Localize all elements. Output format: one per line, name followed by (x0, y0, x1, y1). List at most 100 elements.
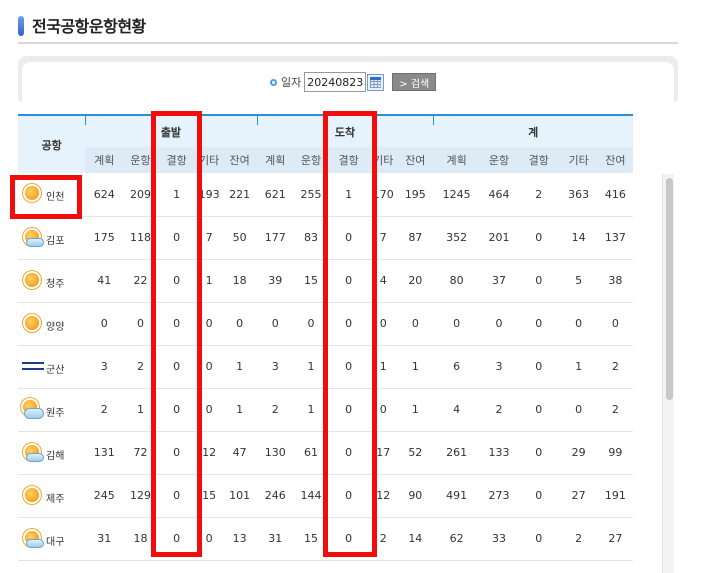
airport-name: 인천 (46, 192, 65, 204)
arr-cell-결항: 0 (328, 259, 370, 303)
airport-cell: 청주 (18, 259, 86, 303)
dep-cell-계획: 2 (85, 388, 124, 432)
date-input[interactable] (304, 72, 367, 92)
arr-cell-계획: 39 (256, 259, 294, 303)
arr-cell-기타: 17 (369, 431, 398, 475)
search-panel: 일자 > 검색 (18, 56, 678, 104)
tot-cell-잔여: 416 (597, 173, 633, 217)
arr-cell-계획: 3 (256, 345, 294, 389)
dep-cell-잔여: 50 (222, 216, 257, 260)
scrollbar-thumb[interactable] (666, 178, 673, 400)
calendar-icon[interactable] (367, 73, 385, 91)
arr-cell-기타: 7 (369, 216, 398, 260)
airport-cell: 양양 (18, 302, 86, 346)
tot-cell-운항: 133 (479, 431, 519, 475)
dep-cell-잔여: 13 (222, 517, 257, 561)
arr-cell-결항: 0 (328, 302, 370, 346)
title-marker (18, 16, 24, 36)
dep-cell-운항: 118 (123, 216, 158, 260)
arrival-header: 도착 (256, 114, 434, 147)
table-row: 제주 245 129 0 15 101 246 144 0 12 90 491 273 0 27 191 (18, 474, 633, 518)
tot-subheader-3: 기타 (559, 147, 598, 173)
tot-cell-기타: 14 (559, 216, 598, 260)
dep-cell-계획: 131 (85, 431, 124, 475)
arr-cell-계획: 0 (256, 302, 294, 346)
tot-cell-운항: 0 (479, 302, 519, 346)
dep-cell-운항: 209 (123, 173, 158, 217)
airport-header: 공항 (18, 114, 86, 173)
tot-cell-운항: 2 (479, 388, 519, 432)
airport-cell: 인천 (18, 173, 86, 217)
tot-cell-운항: 33 (479, 517, 519, 561)
tot-cell-계획: 4 (433, 388, 480, 432)
cloud-icon (22, 399, 44, 421)
tot-cell-잔여: 99 (597, 431, 633, 475)
tot-cell-계획: 261 (433, 431, 480, 475)
table-scrollbar[interactable] (662, 174, 674, 573)
tot-cell-결항: 0 (518, 517, 560, 561)
dep-cell-계획: 245 (85, 474, 124, 518)
sun-icon (22, 183, 44, 205)
search-panel-inner: 일자 > 검색 (22, 62, 674, 104)
tot-cell-결항: 0 (518, 259, 560, 303)
search-button[interactable]: > 검색 (392, 73, 437, 91)
arr-cell-운항: 1 (293, 388, 328, 432)
airport-name: 대구 (46, 536, 65, 548)
tot-cell-결항: 2 (518, 173, 560, 217)
dep-cell-잔여: 0 (222, 302, 257, 346)
tot-subheader-4: 잔여 (597, 147, 633, 173)
tot-cell-운항: 201 (479, 216, 519, 260)
airport-cell: 김포 (18, 216, 86, 260)
dep-cell-결항: 0 (157, 431, 196, 475)
dep-cell-계획: 175 (85, 216, 124, 260)
tot-cell-계획: 0 (433, 302, 480, 346)
dep-cell-기타: 0 (195, 388, 223, 432)
dep-cell-계획: 41 (85, 259, 124, 303)
dep-cell-잔여: 1 (222, 388, 257, 432)
tot-cell-계획: 1245 (433, 173, 480, 217)
tot-cell-계획: 62 (433, 517, 480, 561)
dep-cell-계획: 3 (85, 345, 124, 389)
dep-cell-결항: 0 (157, 216, 196, 260)
tot-cell-결항: 0 (518, 431, 560, 475)
arr-cell-결항: 0 (328, 345, 370, 389)
dep-subheader-1: 운항 (123, 147, 158, 173)
tot-cell-잔여: 2 (597, 388, 633, 432)
tot-cell-기타: 1 (559, 345, 598, 389)
airport-cell-content: 군산 (22, 356, 85, 378)
airport-cell: 대구 (18, 517, 86, 561)
airport-cell-content: 대구 (22, 528, 85, 550)
partly-cloudy-icon (22, 227, 44, 249)
dep-subheader-3: 기타 (195, 147, 223, 173)
arr-cell-결항: 1 (328, 173, 370, 217)
arr-cell-잔여: 52 (397, 431, 434, 475)
arr-cell-잔여: 1 (397, 345, 434, 389)
dep-cell-잔여: 221 (222, 173, 257, 217)
airport-name: 김해 (46, 450, 65, 462)
table-row: 청주 41 22 0 1 18 39 15 0 4 20 80 37 0 5 38 (18, 259, 633, 303)
arr-cell-기타: 0 (369, 302, 398, 346)
departure-header: 출발 (85, 114, 257, 147)
arr-subheader-2: 결항 (328, 147, 370, 173)
arr-cell-계획: 246 (256, 474, 294, 518)
arr-cell-운항: 83 (293, 216, 328, 260)
arr-cell-잔여: 87 (397, 216, 434, 260)
dep-cell-기타: 7 (195, 216, 223, 260)
tot-cell-결항: 0 (518, 474, 560, 518)
arr-cell-기타: 2 (369, 517, 398, 561)
airport-cell-content: 인천 (22, 183, 85, 205)
tot-cell-운항: 3 (479, 345, 519, 389)
airport-cell-content: 김해 (22, 442, 85, 464)
dep-cell-기타: 0 (195, 302, 223, 346)
tot-subheader-2: 결항 (518, 147, 560, 173)
dep-cell-결항: 0 (157, 259, 196, 303)
arr-cell-기타: 12 (369, 474, 398, 518)
arr-cell-잔여: 90 (397, 474, 434, 518)
arr-cell-잔여: 0 (397, 302, 434, 346)
arr-cell-계획: 2 (256, 388, 294, 432)
arr-cell-결항: 0 (328, 517, 370, 561)
arr-subheader-4: 잔여 (397, 147, 434, 173)
airport-name: 군산 (46, 364, 65, 376)
arr-cell-기타: 4 (369, 259, 398, 303)
tot-cell-잔여: 2 (597, 345, 633, 389)
